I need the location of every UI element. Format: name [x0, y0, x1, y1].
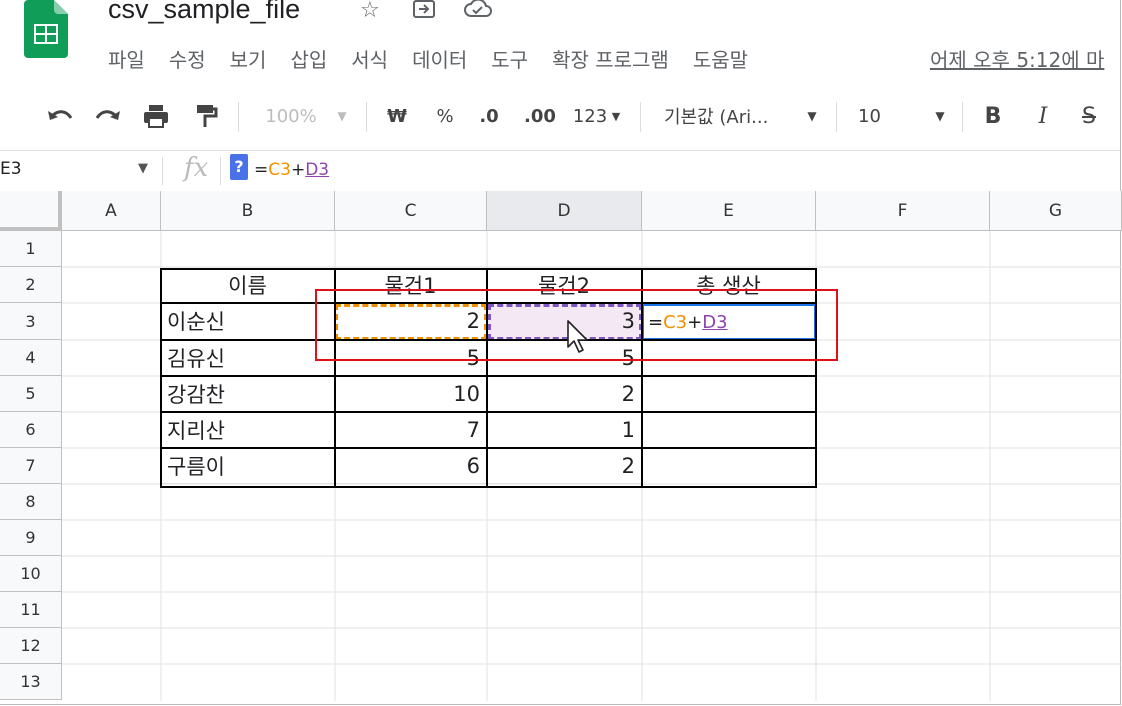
row-header-6[interactable]: 6	[0, 412, 62, 448]
more-formats-button[interactable]: 123	[570, 100, 610, 132]
column-header-b[interactable]: B	[161, 191, 335, 231]
toolbar-separator	[640, 102, 641, 132]
strikethrough-button[interactable]: S	[1074, 100, 1104, 132]
increase-decimal-button[interactable]: .00	[522, 100, 558, 132]
column-header-e[interactable]: E	[642, 191, 816, 231]
select-all-corner[interactable]	[0, 191, 62, 231]
cell-name[interactable]: 지리산	[161, 412, 335, 448]
font-size-dropdown-icon[interactable]: ▼	[930, 100, 950, 132]
menu-view[interactable]: 보기	[230, 44, 267, 72]
header-cell-total[interactable]: 총 생산	[642, 267, 816, 303]
menu-tools[interactable]: 도구	[491, 44, 528, 72]
cell-item2[interactable]: 2	[487, 376, 642, 412]
more-formats-dropdown-icon[interactable]: ▼	[608, 100, 624, 132]
column-header-f[interactable]: F	[816, 191, 990, 231]
toolbar: 100% ▼ ₩ % .0 .00 123 ▼ 기본값 (Ari... ▼ 10…	[0, 92, 1120, 142]
formula-separator	[162, 157, 163, 185]
formula-separator	[220, 157, 221, 185]
font-family-select[interactable]: 기본값 (Ari...	[664, 100, 804, 132]
formula-help-icon[interactable]: ?	[230, 154, 248, 180]
column-header-c[interactable]: C	[335, 191, 487, 231]
zoom-dropdown-icon[interactable]: ▼	[332, 100, 352, 132]
row-header-9[interactable]: 9	[0, 520, 62, 556]
menu-insert[interactable]: 삽입	[290, 44, 327, 72]
header-cell-item1[interactable]: 물건1	[335, 267, 487, 303]
row-header-7[interactable]: 7	[0, 448, 62, 484]
cell-c3[interactable]: 2	[335, 303, 487, 340]
active-cell-e3[interactable]: = C3 + D3	[642, 304, 816, 340]
row-header-10[interactable]: 10	[0, 556, 62, 592]
row-header-2[interactable]: 2	[0, 267, 62, 303]
cell-item1[interactable]: 6	[335, 448, 487, 484]
print-icon[interactable]	[140, 100, 172, 132]
toolbar-separator	[366, 102, 367, 132]
toolbar-separator	[962, 102, 963, 132]
cell-item2[interactable]: 5	[487, 340, 642, 376]
move-icon[interactable]	[412, 0, 436, 26]
menu-data[interactable]: 데이터	[412, 44, 467, 72]
redo-icon[interactable]	[92, 100, 124, 132]
cell-item2[interactable]: 1	[487, 412, 642, 448]
name-box-dropdown-icon[interactable]: ▼	[138, 161, 148, 176]
cell-item1[interactable]: 10	[335, 376, 487, 412]
column-header-g[interactable]: G	[990, 191, 1122, 231]
toolbar-separator	[238, 102, 239, 132]
row-header-11[interactable]: 11	[0, 592, 62, 628]
menu-format[interactable]: 서식	[351, 44, 388, 72]
cell-name[interactable]: 강감찬	[161, 376, 335, 412]
name-box[interactable]: E3	[0, 159, 22, 179]
row-header-3[interactable]: 3	[0, 303, 62, 340]
currency-format-button[interactable]: ₩	[382, 100, 412, 132]
header-cell-name[interactable]: 이름	[161, 267, 335, 303]
row-header-12[interactable]: 12	[0, 628, 62, 664]
bold-button[interactable]: B	[978, 100, 1008, 132]
column-header-d[interactable]: D	[487, 191, 642, 231]
font-size-select[interactable]: 10	[858, 100, 898, 132]
row-header-13[interactable]: 13	[0, 664, 62, 700]
last-edit-link[interactable]: 어제 오후 5:12에 마	[930, 44, 1104, 73]
sheets-logo-icon[interactable]	[24, 0, 68, 58]
row-header-4[interactable]: 4	[0, 340, 62, 376]
row-header-5[interactable]: 5	[0, 376, 62, 412]
paint-format-icon[interactable]	[190, 100, 222, 132]
cloud-saved-icon[interactable]	[464, 0, 492, 26]
menu-extensions[interactable]: 확장 프로그램	[552, 44, 669, 72]
column-header-a[interactable]: A	[62, 191, 161, 231]
row-header-8[interactable]: 8	[0, 484, 62, 520]
menu-help[interactable]: 도움말	[693, 44, 748, 72]
cell-item2[interactable]: 2	[487, 448, 642, 484]
cell-item1[interactable]: 7	[335, 412, 487, 448]
zoom-select[interactable]: 100%	[256, 100, 326, 132]
menu-edit[interactable]: 수정	[169, 44, 206, 72]
window-frame: csv_sample_file ☆ 파일 수정 보기 삽입 서식 데이터 도구 …	[0, 0, 1122, 705]
italic-button[interactable]: I	[1028, 100, 1058, 132]
cell-name[interactable]: 김유신	[161, 340, 335, 376]
cell-d3[interactable]: 3	[487, 303, 642, 340]
menu-file[interactable]: 파일	[108, 44, 145, 72]
fx-icon: fx	[184, 153, 209, 183]
toolbar-separator	[836, 102, 837, 132]
cell-name[interactable]: 이순신	[161, 303, 335, 340]
formula-bar: E3 ▼ fx ? =C3+D3	[0, 150, 1120, 192]
undo-icon[interactable]	[44, 100, 76, 132]
star-icon[interactable]: ☆	[360, 0, 380, 23]
row-header-1[interactable]: 1	[0, 231, 62, 267]
cell-name[interactable]: 구름이	[161, 448, 335, 484]
percent-format-button[interactable]: %	[430, 100, 460, 132]
decrease-decimal-button[interactable]: .0	[474, 100, 504, 132]
document-title[interactable]: csv_sample_file	[108, 0, 300, 25]
formula-input[interactable]: =C3+D3	[254, 160, 329, 180]
menu-bar: 파일 수정 보기 삽입 서식 데이터 도구 확장 프로그램 도움말	[108, 44, 772, 72]
header-cell-item2[interactable]: 물건2	[487, 267, 642, 303]
cell-item1[interactable]: 5	[335, 340, 487, 376]
font-dropdown-icon[interactable]: ▼	[802, 100, 822, 132]
